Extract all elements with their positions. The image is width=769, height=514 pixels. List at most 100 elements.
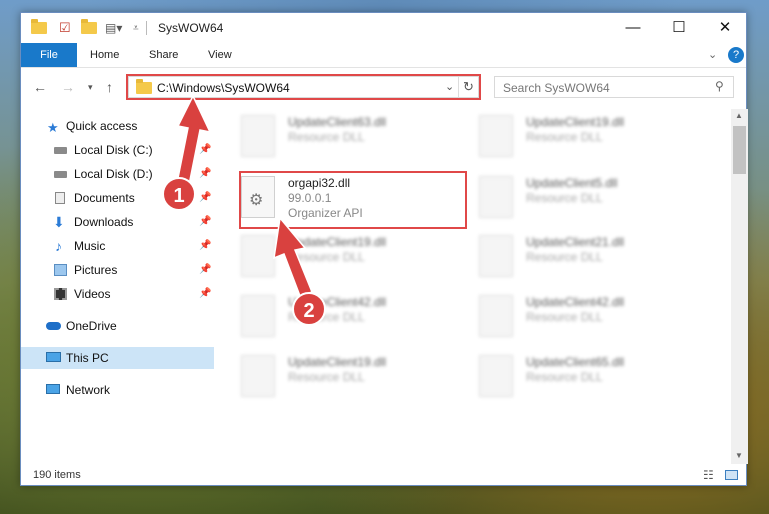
tab-file[interactable]: File [21, 43, 77, 67]
sidebar-item-music[interactable]: ♪ Music 📌 [21, 235, 214, 257]
download-icon: ⬇ [53, 214, 65, 230]
status-bar: 190 items ☷ [21, 465, 746, 487]
scrollbar-thumb[interactable] [733, 126, 746, 174]
close-button[interactable]: ✕ [702, 13, 748, 43]
file-type: Resource DLL [526, 130, 603, 144]
properties-icon[interactable]: ☑ [59, 19, 71, 37]
sidebar-item-videos[interactable]: Videos 📌 [21, 283, 214, 305]
videos-icon [54, 288, 67, 300]
pin-icon: 📌 [199, 216, 212, 227]
address-highlight [126, 74, 481, 100]
step-2-badge: 2 [292, 292, 326, 326]
search-placeholder: Search SysWOW64 [503, 81, 610, 95]
drive-icon [54, 171, 67, 178]
sidebar-item-downloads[interactable]: ⬇ Downloads 📌 [21, 211, 214, 233]
sidebar-item-label: Network [66, 383, 111, 397]
file-type: Resource DLL [526, 370, 603, 384]
file-item[interactable]: UpdateClient19.dll Resource DLL [221, 233, 451, 283]
file-type: Resource DLL [288, 130, 365, 144]
dll-file-icon [241, 235, 275, 277]
details-view-icon[interactable]: ☷ [703, 468, 714, 482]
scroll-up-icon[interactable]: ▲ [735, 111, 743, 120]
scroll-down-icon[interactable]: ▼ [735, 451, 743, 460]
scrollbar[interactable]: ▲ ▼ [731, 109, 748, 464]
pin-icon: 📌 [199, 288, 212, 299]
file-highlight [239, 171, 467, 229]
view-options-icon[interactable]: ▤▾ [105, 19, 122, 37]
file-item[interactable]: UpdateClient5.dll Resource DLL [459, 174, 689, 224]
file-type: Resource DLL [288, 370, 365, 384]
expand-ribbon-icon[interactable]: ⌄ [708, 43, 717, 67]
file-name: UpdateClient42.dll [526, 295, 625, 309]
large-icons-view-icon[interactable] [725, 470, 738, 480]
title-bar: ☑ ▤▾ ⩡ SysWOW64 — ☐ ✕ [21, 13, 746, 43]
pin-icon: 📌 [199, 240, 212, 251]
recent-locations-button[interactable]: ▾ [88, 82, 93, 93]
dll-file-icon [479, 176, 513, 218]
dll-file-icon [479, 235, 513, 277]
sidebar-item-label: Quick access [66, 119, 138, 133]
tab-share[interactable]: Share [149, 43, 178, 67]
forward-button[interactable]: → [61, 79, 75, 95]
file-type: Resource DLL [526, 310, 603, 324]
sidebar-item-label: Downloads [74, 215, 134, 229]
file-type: Resource DLL [288, 250, 365, 264]
dll-file-icon [479, 115, 513, 157]
sidebar-item-pictures[interactable]: Pictures 📌 [21, 259, 214, 281]
file-item[interactable]: UpdateClient42.dll Resource DLL [459, 293, 689, 343]
ribbon-tabs: File Home Share View ⌄ ? [21, 43, 746, 68]
file-name: UpdateClient63.dll [288, 115, 387, 129]
music-icon: ♪ [55, 238, 62, 254]
sidebar-item-label: Documents [74, 191, 135, 205]
up-button[interactable]: ↑ [106, 79, 113, 95]
file-type: Resource DLL [526, 250, 603, 264]
file-name: UpdateClient5.dll [526, 176, 618, 190]
explorer-window: ☑ ▤▾ ⩡ SysWOW64 — ☐ ✕ File Home Share Vi… [20, 12, 748, 487]
file-item[interactable]: UpdateClient42.dll Resource DLL [221, 293, 451, 343]
minimize-button[interactable]: — [610, 13, 656, 43]
pin-icon: 📌 [199, 264, 212, 275]
pin-icon: 📌 [199, 168, 212, 179]
file-item[interactable]: UpdateClient19.dll Resource DLL [221, 353, 451, 403]
back-button[interactable]: ← [33, 79, 47, 95]
network-icon [46, 384, 60, 394]
new-folder-icon[interactable] [81, 19, 97, 37]
help-icon[interactable]: ? [728, 47, 744, 63]
sidebar-item-local-disk-c[interactable]: Local Disk (C:) 📌 [21, 139, 214, 161]
pin-icon: 📌 [199, 144, 212, 155]
folder-icon [31, 19, 47, 37]
dll-file-icon [479, 355, 513, 397]
file-name: UpdateClient19.dll [288, 355, 387, 369]
sidebar-item-network[interactable]: Network [21, 379, 214, 401]
sidebar-item-label: This PC [66, 351, 109, 365]
sidebar-item-label: Videos [74, 287, 111, 301]
maximize-button[interactable]: ☐ [656, 13, 702, 43]
sidebar-item-label: Music [74, 239, 106, 253]
documents-icon [55, 192, 65, 204]
dll-file-icon [241, 295, 275, 337]
file-list: UpdateClient63.dll Resource DLL UpdateCl… [221, 103, 731, 463]
search-input[interactable]: Search SysWOW64 ⚲ [494, 76, 734, 98]
file-type: Resource DLL [526, 191, 603, 205]
pin-icon: 📌 [199, 192, 212, 203]
file-item[interactable]: UpdateClient65.dll Resource DLL [459, 353, 689, 403]
file-item[interactable]: UpdateClient19.dll Resource DLL [459, 113, 689, 163]
sidebar-item-label: Local Disk (D:) [74, 167, 153, 181]
tab-view[interactable]: View [208, 43, 232, 67]
drive-icon [54, 147, 67, 154]
sidebar-item-onedrive[interactable]: OneDrive [21, 315, 214, 337]
tab-home[interactable]: Home [90, 43, 119, 67]
sidebar-item-this-pc[interactable]: This PC [21, 347, 214, 369]
step-1-badge: 1 [162, 177, 196, 211]
cloud-icon [46, 322, 61, 330]
sidebar-item-label: Pictures [74, 263, 118, 277]
customize-toolbar-icon[interactable]: ⩡ [133, 19, 139, 37]
sidebar-item-quick-access[interactable]: ★ Quick access [21, 115, 214, 137]
file-name: UpdateClient19.dll [526, 115, 625, 129]
file-item[interactable]: UpdateClient21.dll Resource DLL [459, 233, 689, 283]
item-count: 190 items [33, 469, 81, 481]
file-item[interactable]: UpdateClient63.dll Resource DLL [221, 113, 451, 163]
file-name: UpdateClient19.dll [288, 235, 387, 249]
sidebar-item-label: Local Disk (C:) [74, 143, 153, 157]
sidebar-item-label: OneDrive [66, 319, 117, 333]
